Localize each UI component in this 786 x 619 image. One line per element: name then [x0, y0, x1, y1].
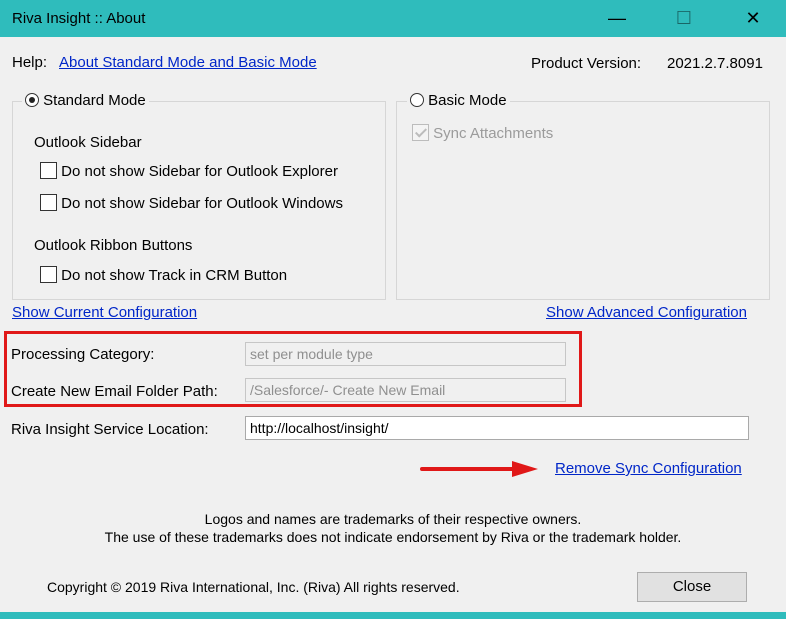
- track-crm-option[interactable]: Do not show Track in CRM Button: [40, 266, 287, 284]
- trademark-notice-line1: Logos and names are trademarks of their …: [204, 511, 582, 527]
- standard-mode-label: Standard Mode: [43, 92, 146, 109]
- copyright-text: Copyright © 2019 Riva International, Inc…: [47, 579, 460, 595]
- service-location-label: Riva Insight Service Location:: [11, 421, 209, 438]
- basic-mode-label: Basic Mode: [428, 92, 507, 109]
- ribbon-buttons-heading: Outlook Ribbon Buttons: [34, 237, 193, 254]
- maximize-button[interactable]: ☐: [661, 2, 707, 34]
- track-crm-label: Do not show Track in CRM Button: [61, 267, 288, 284]
- window-bottom-edge: [0, 612, 786, 619]
- help-label: Help:: [12, 54, 48, 71]
- basic-mode-radio-dot[interactable]: [410, 93, 424, 107]
- sidebar-explorer-label: Do not show Sidebar for Outlook Explorer: [61, 163, 338, 180]
- sync-attachments-label: Sync Attachments: [433, 125, 554, 142]
- sidebar-windows-checkbox[interactable]: [40, 194, 57, 211]
- sidebar-explorer-option[interactable]: Do not show Sidebar for Outlook Explorer: [40, 162, 338, 180]
- product-version-value: 2021.2.7.8091: [667, 55, 763, 72]
- red-arrow-icon: [420, 461, 538, 477]
- close-window-button[interactable]: ✕: [730, 2, 776, 34]
- sync-attachments-checkbox: [412, 124, 429, 141]
- sync-attachments-option: Sync Attachments: [412, 124, 553, 142]
- help-link[interactable]: About Standard Mode and Basic Mode: [59, 54, 317, 71]
- standard-mode-radio[interactable]: Standard Mode: [22, 92, 149, 109]
- window-title: Riva Insight :: About: [12, 10, 146, 27]
- product-version-label: Product Version:: [531, 55, 642, 72]
- title-bar: Riva Insight :: About — ☐ ✕: [0, 0, 786, 37]
- service-location-input[interactable]: http://localhost/insight/: [245, 416, 749, 440]
- show-current-configuration-link[interactable]: Show Current Configuration: [12, 304, 197, 321]
- trademark-notice-line2: The use of these trademarks does not ind…: [104, 529, 682, 545]
- sidebar-explorer-checkbox[interactable]: [40, 162, 57, 179]
- standard-mode-radio-dot[interactable]: [25, 93, 39, 107]
- sidebar-windows-option[interactable]: Do not show Sidebar for Outlook Windows: [40, 194, 343, 212]
- close-button[interactable]: Close: [637, 572, 747, 602]
- highlight-box: [4, 331, 582, 407]
- basic-mode-radio[interactable]: Basic Mode: [407, 92, 510, 109]
- minimize-button[interactable]: —: [594, 2, 640, 34]
- sidebar-windows-label: Do not show Sidebar for Outlook Windows: [61, 195, 343, 212]
- track-crm-checkbox[interactable]: [40, 266, 57, 283]
- remove-sync-configuration-link[interactable]: Remove Sync Configuration: [555, 460, 742, 477]
- show-advanced-configuration-link[interactable]: Show Advanced Configuration: [546, 304, 747, 321]
- outlook-sidebar-heading: Outlook Sidebar: [34, 134, 142, 151]
